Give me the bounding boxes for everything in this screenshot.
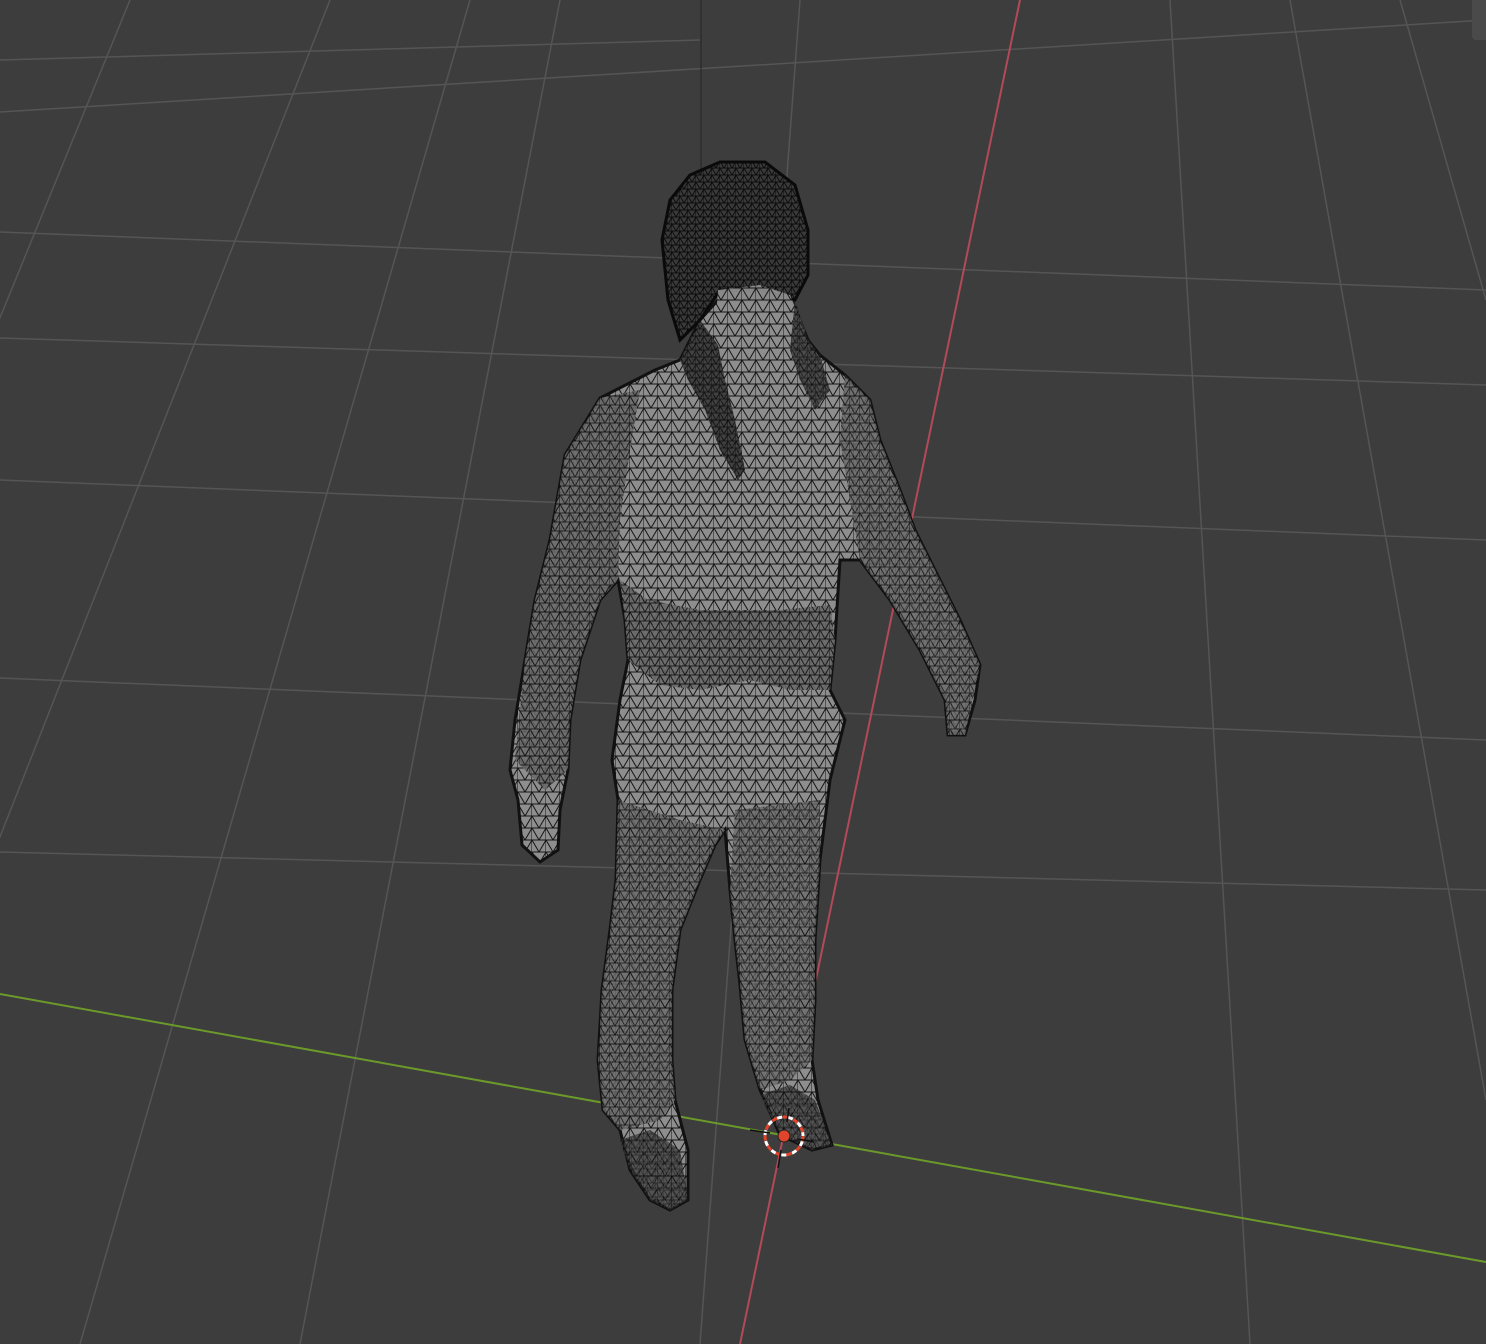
grid-line xyxy=(1289,0,1486,1101)
grid-line xyxy=(0,19,1486,113)
viewport-edge-tab[interactable] xyxy=(1472,0,1486,40)
grid-line xyxy=(299,0,561,1344)
grid-line xyxy=(0,39,701,61)
object-origin-point xyxy=(777,1129,791,1143)
grid-line xyxy=(0,0,331,839)
grid-line xyxy=(1399,0,1486,301)
human-figure-wireframe-mesh[interactable] xyxy=(508,160,982,1212)
viewport-canvas[interactable] xyxy=(0,0,1486,1344)
grid-line xyxy=(1169,0,1251,1344)
3d-viewport[interactable] xyxy=(0,0,1486,1344)
grid-line xyxy=(79,0,471,1344)
